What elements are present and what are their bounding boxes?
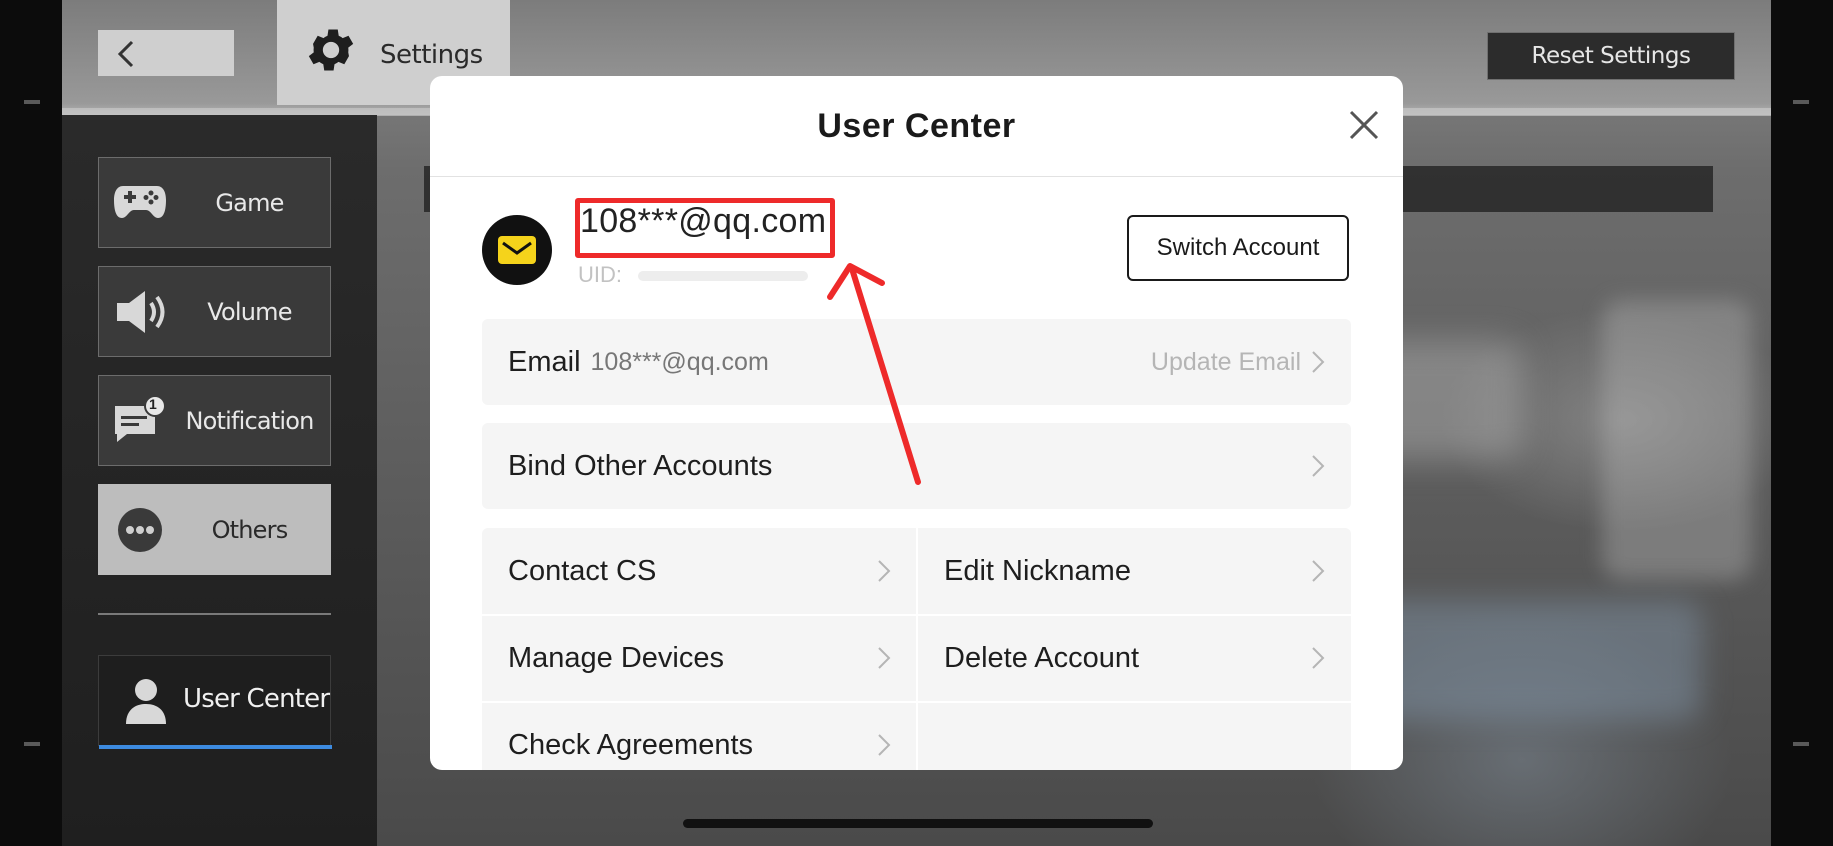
app-screen: Settings Reset Settings Game Volume 1 No… [0, 0, 1833, 846]
annotation-arrow-icon [827, 263, 921, 485]
